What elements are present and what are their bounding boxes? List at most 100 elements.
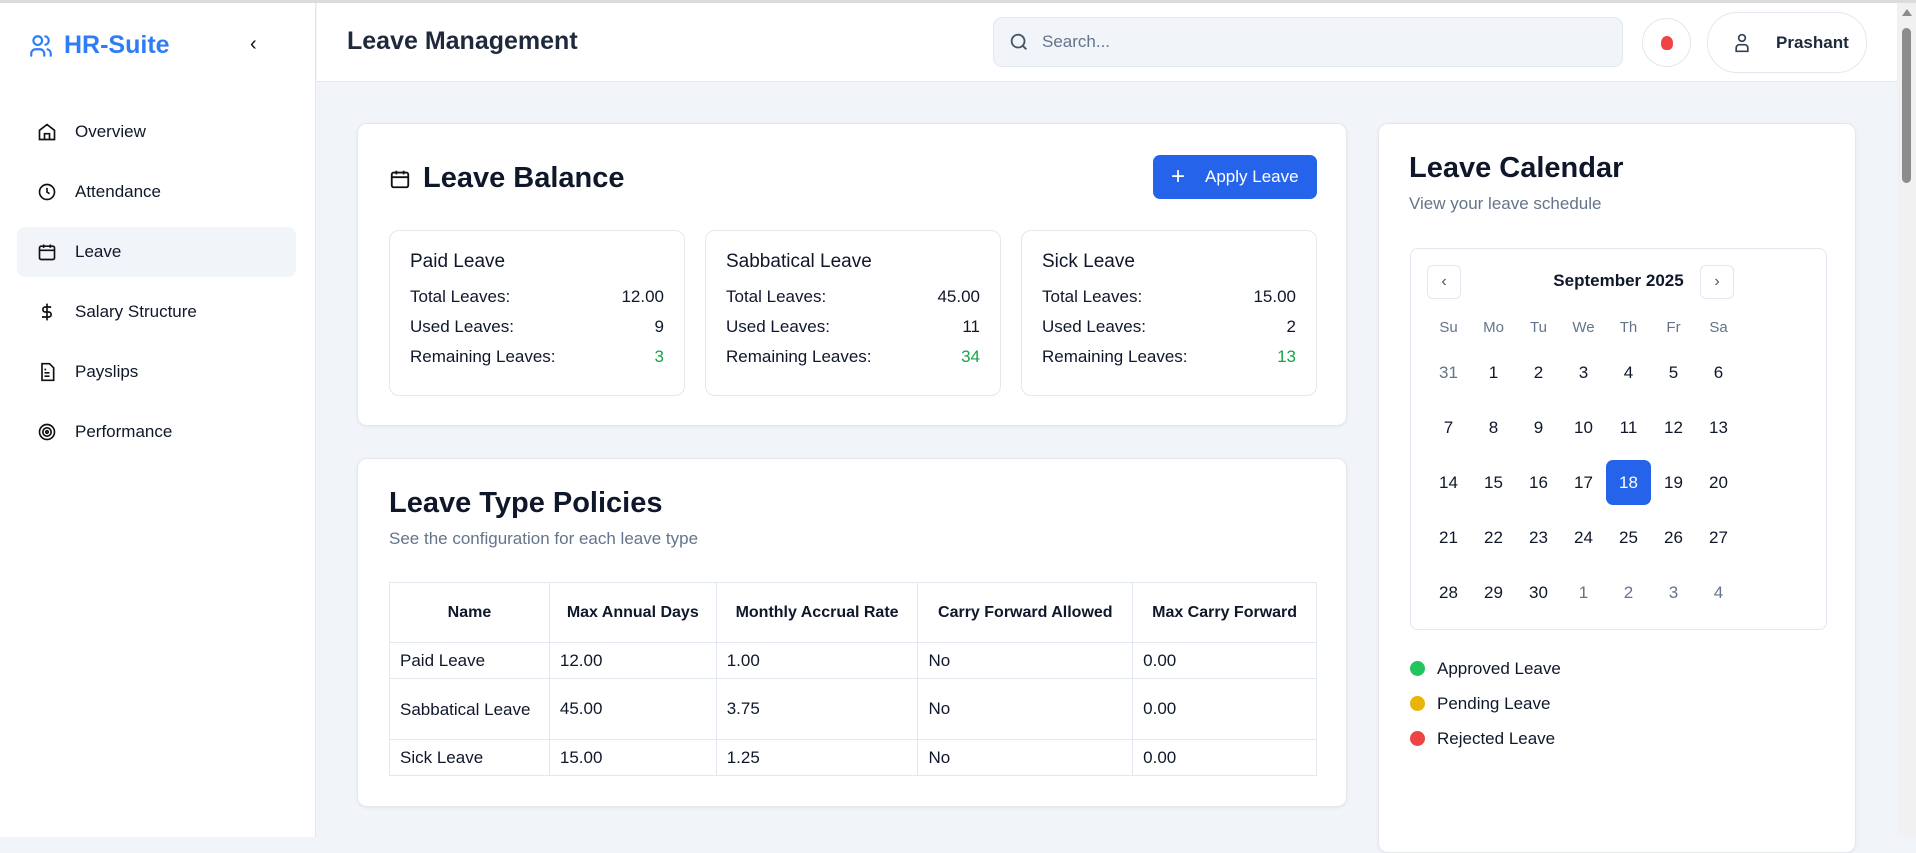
collapse-sidebar-button[interactable]: ‹ [250, 33, 257, 56]
search-input[interactable] [1042, 32, 1602, 52]
table-cell: Paid Leave [389, 642, 550, 679]
calendar-day[interactable]: 24 [1561, 510, 1606, 565]
calendar-day[interactable]: 3 [1561, 345, 1606, 400]
leave-calendar-card: Leave Calendar View your leave schedule … [1378, 123, 1856, 853]
calendar-widget: September 2025 ‹ › Su Mo Tu We Th Fr Sa 31 1 2 3 4 5… [1410, 248, 1827, 630]
sidebar: HR-Suite ‹ Overview Attendance Leave Sal… [0, 3, 316, 837]
calendar-day[interactable]: 2 [1516, 345, 1561, 400]
weekday-label: Mo [1483, 318, 1504, 336]
calendar-day[interactable]: 7 [1426, 400, 1471, 455]
day-number: 1 [1578, 582, 1589, 602]
calendar-day[interactable]: 22 [1471, 510, 1516, 565]
calendar-day[interactable]: 30 [1516, 565, 1561, 620]
table-row: Sabbatical Leave 45.00 3.75 No 0.00 [389, 678, 1317, 740]
sidebar-item-overview[interactable]: Overview [17, 107, 296, 157]
app-name: HR-Suite [64, 31, 170, 59]
page-scrollbar[interactable] [1897, 3, 1916, 837]
calendar-day[interactable]: 21 [1426, 510, 1471, 565]
table-cell: 1.00 [715, 642, 919, 679]
calendar-day[interactable]: 12 [1651, 400, 1696, 455]
clock-icon [38, 183, 56, 201]
day-number: 21 [1439, 527, 1458, 547]
remaining-label: Remaining Leaves: [726, 347, 872, 366]
legend-item: Approved Leave [1410, 651, 1561, 686]
sidebar-item-payslips[interactable]: Payslips [17, 347, 296, 397]
weekday-label: Th [1619, 318, 1638, 336]
calendar-day[interactable]: 26 [1651, 510, 1696, 565]
calendar-day[interactable]: 29 [1471, 565, 1516, 620]
total-value: 45.00 [937, 287, 980, 306]
calendar-day[interactable]: 4 [1696, 565, 1741, 620]
calendar-day[interactable]: 1 [1471, 345, 1516, 400]
calendar-day[interactable]: 28 [1426, 565, 1471, 620]
calendar-day[interactable]: 5 [1651, 345, 1696, 400]
day-number: 27 [1709, 527, 1728, 547]
calendar-day[interactable]: 14 [1426, 455, 1471, 510]
legend-item: Rejected Leave [1410, 721, 1561, 756]
day-number: 24 [1574, 527, 1593, 547]
day-number: 13 [1709, 417, 1728, 437]
scroll-up-arrow-icon[interactable] [1902, 9, 1912, 16]
total-label: Total Leaves: [726, 287, 827, 306]
day-number: 25 [1619, 527, 1638, 547]
calendar-subtitle: View your leave schedule [1409, 194, 1602, 213]
total-value: 15.00 [1253, 287, 1296, 306]
user-menu-button[interactable]: Prashant [1707, 12, 1867, 73]
notifications-button[interactable] [1642, 18, 1691, 67]
leave-balance-item: Sabbatical Leave Total Leaves: 45.00 Used… [705, 230, 1001, 396]
sidebar-item-attendance[interactable]: Attendance [17, 167, 296, 217]
weekday-label: Su [1439, 318, 1458, 336]
remaining-value: 3 [654, 347, 664, 366]
logo[interactable]: HR-Suite [28, 31, 170, 60]
calendar-day[interactable]: 25 [1606, 510, 1651, 565]
calendar-day[interactable]: 4 [1606, 345, 1651, 400]
calendar-day[interactable]: 2 [1606, 565, 1651, 620]
legend-label: Rejected Leave [1437, 728, 1556, 748]
table-cell: No [917, 642, 1134, 679]
calendar-day[interactable]: 23 [1516, 510, 1561, 565]
apply-leave-button[interactable]: + Apply Leave [1153, 155, 1317, 199]
calendar-day[interactable]: 31 [1426, 345, 1471, 400]
next-month-button[interactable]: › [1700, 265, 1734, 299]
total-label: Total Leaves: [410, 287, 511, 306]
calendar-day-selected[interactable]: 18 [1606, 455, 1651, 510]
calendar-day[interactable]: 27 [1696, 510, 1741, 565]
sidebar-item-salary-structure[interactable]: Salary Structure [17, 287, 296, 337]
leave-type-name: Sick Leave [1042, 251, 1135, 272]
sidebar-item-leave[interactable]: Leave [17, 227, 296, 277]
policies-title: Leave Type Policies [389, 487, 663, 519]
calendar-day[interactable]: 15 [1471, 455, 1516, 510]
day-number: 18 [1606, 460, 1651, 505]
weekday-label: We [1572, 318, 1595, 336]
calendar-day[interactable]: 6 [1696, 345, 1741, 400]
day-number: 28 [1439, 582, 1458, 602]
calendar-day[interactable]: 9 [1516, 400, 1561, 455]
day-number: 29 [1484, 582, 1503, 602]
column-header: Monthly Accrual Rate [715, 582, 919, 643]
table-header-row: Name Max Annual Days Monthly Accrual Rat… [389, 582, 1317, 643]
day-number: 3 [1668, 582, 1679, 602]
user-name: Prashant [1776, 32, 1849, 52]
used-label: Used Leaves: [410, 317, 514, 336]
calendar-day[interactable]: 19 [1651, 455, 1696, 510]
sidebar-item-label: Performance [75, 422, 173, 441]
previous-month-button[interactable]: ‹ [1427, 265, 1461, 299]
day-number: 4 [1623, 362, 1634, 382]
sidebar-item-label: Payslips [75, 362, 139, 381]
calendar-day[interactable]: 17 [1561, 455, 1606, 510]
calendar-month-label: September 2025 [1553, 271, 1684, 290]
used-value: 2 [1286, 317, 1296, 336]
day-number: 30 [1529, 582, 1548, 602]
calendar-day[interactable]: 16 [1516, 455, 1561, 510]
leave-balance-card: Leave Balance + Apply Leave Paid Leave To… [357, 123, 1347, 426]
sidebar-item-performance[interactable]: Performance [17, 407, 296, 457]
calendar-day[interactable]: 10 [1561, 400, 1606, 455]
search-bar[interactable] [993, 17, 1623, 67]
calendar-day[interactable]: 1 [1561, 565, 1606, 620]
scrollbar-thumb[interactable] [1902, 28, 1911, 183]
calendar-day[interactable]: 20 [1696, 455, 1741, 510]
calendar-day[interactable]: 8 [1471, 400, 1516, 455]
calendar-day[interactable]: 3 [1651, 565, 1696, 620]
calendar-day[interactable]: 13 [1696, 400, 1741, 455]
calendar-day[interactable]: 11 [1606, 400, 1651, 455]
